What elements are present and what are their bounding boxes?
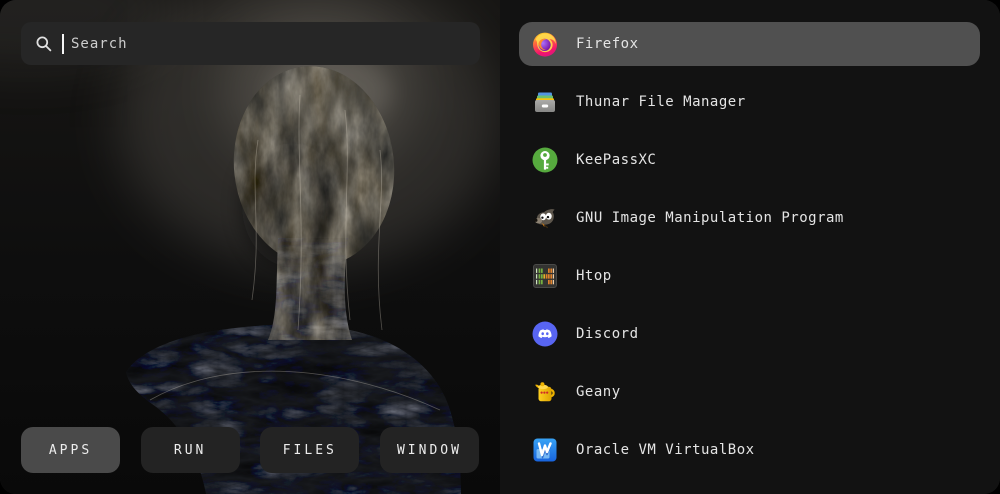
app-list: Firefox Thunar File Manager [500,0,1000,494]
search-icon [35,35,53,53]
app-label: Thunar File Manager [576,94,746,110]
tab-window[interactable]: WINDOW [380,427,479,473]
app-label: GNU Image Manipulation Program [576,210,844,226]
gimp-icon [531,204,559,232]
app-row-virtualbox[interactable]: Oracle VM VirtualBox [519,428,980,472]
app-launcher-window: APPS RUN FILES WINDOW [0,0,1000,494]
discord-icon [531,320,559,348]
tab-run[interactable]: RUN [141,427,240,473]
app-row-htop[interactable]: Htop [519,254,980,298]
app-label: Geany [576,384,621,400]
geany-icon [531,378,559,406]
htop-icon [531,262,559,290]
left-panel: APPS RUN FILES WINDOW [0,0,500,494]
app-label: KeePassXC [576,152,656,168]
keepassxc-icon [531,146,559,174]
search-input[interactable] [71,36,466,52]
app-row-firefox[interactable]: Firefox [519,22,980,66]
app-row-thunar[interactable]: Thunar File Manager [519,80,980,124]
tab-apps[interactable]: APPS [21,427,120,473]
app-label: Oracle VM VirtualBox [576,442,755,458]
app-label: Firefox [576,36,639,52]
firefox-icon [531,30,559,58]
app-row-gimp[interactable]: GNU Image Manipulation Program [519,196,980,240]
mode-tabs: APPS RUN FILES WINDOW [21,427,479,473]
virtualbox-icon [531,436,559,464]
thunar-icon [531,88,559,116]
app-label: Htop [576,268,612,284]
tab-files[interactable]: FILES [260,427,359,473]
app-row-keepassxc[interactable]: KeePassXC [519,138,980,182]
app-label: Discord [576,326,639,342]
app-row-discord[interactable]: Discord [519,312,980,356]
backdrop-bust-artwork [0,0,500,494]
text-caret [62,34,64,54]
app-row-geany[interactable]: Geany [519,370,980,414]
search-bar[interactable] [21,22,480,65]
